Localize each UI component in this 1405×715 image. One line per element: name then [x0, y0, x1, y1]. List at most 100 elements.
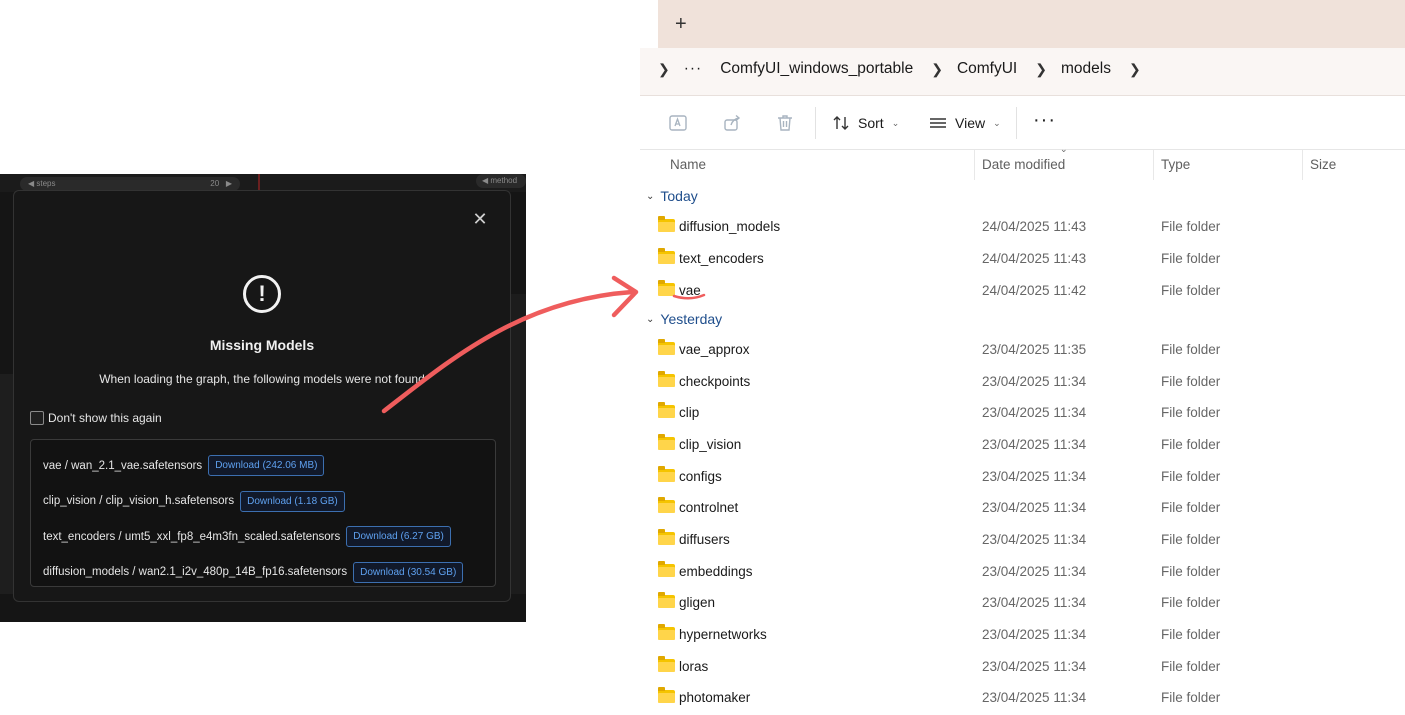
group-label: Today — [660, 188, 698, 204]
breadcrumb-item[interactable]: ComfyUI_windows_portable — [720, 60, 931, 78]
chevron-down-icon: ⌄ — [646, 190, 655, 202]
column-size[interactable]: Size — [1310, 157, 1336, 172]
column-divider[interactable] — [1153, 150, 1154, 180]
file-date: 24/04/2025 11:43 — [982, 251, 1087, 266]
breadcrumb-overflow[interactable]: ··· — [684, 60, 721, 78]
file-type: File folder — [1161, 595, 1221, 610]
steps-increment-icon[interactable]: ▶ — [226, 179, 232, 188]
file-type: File folder — [1161, 219, 1221, 234]
comfyui-canvas: ◀ steps 20 ▶ ◀ method ✕ ! Missing Models… — [0, 174, 526, 622]
folder-icon — [658, 339, 675, 355]
column-date-modified[interactable]: Date modified — [982, 157, 1065, 172]
file-date: 24/04/2025 11:42 — [982, 283, 1087, 298]
file-name: vae — [679, 283, 701, 298]
rename-icon[interactable] — [668, 113, 688, 133]
table-row[interactable]: checkpoints 23/04/2025 11:34 File folder — [640, 367, 1405, 399]
file-type: File folder — [1161, 374, 1221, 389]
download-button[interactable]: Download (6.27 GB) — [346, 526, 451, 548]
sort-icon — [833, 116, 849, 130]
address-bar[interactable]: ❯ ··· ComfyUI_windows_portable ❯ ComfyUI… — [640, 48, 1405, 96]
group-header-today[interactable]: ⌄ Today — [646, 188, 698, 204]
chevron-down-icon: ⌄ — [993, 117, 1001, 128]
folder-icon — [658, 434, 675, 450]
folder-icon — [658, 687, 675, 703]
file-name: photomaker — [679, 690, 751, 705]
file-type: File folder — [1161, 469, 1221, 484]
file-type: File folder — [1161, 659, 1221, 674]
file-date: 23/04/2025 11:34 — [982, 627, 1087, 642]
file-date: 23/04/2025 11:34 — [982, 564, 1087, 579]
file-type: File folder — [1161, 437, 1221, 452]
close-icon[interactable]: ✕ — [472, 210, 488, 228]
dont-show-checkbox[interactable] — [30, 411, 44, 425]
table-row[interactable]: loras 23/04/2025 11:34 File folder — [640, 652, 1405, 684]
chevron-right-icon[interactable]: ❯ — [658, 61, 684, 78]
download-button[interactable]: Download (242.06 MB) — [208, 455, 325, 477]
file-name: checkpoints — [679, 374, 751, 389]
chevron-right-icon[interactable]: ❯ — [931, 61, 957, 78]
new-tab-button[interactable]: + — [675, 12, 687, 36]
file-type: File folder — [1161, 564, 1221, 579]
column-type[interactable]: Type — [1161, 157, 1190, 172]
table-row[interactable]: hypernetworks 23/04/2025 11:34 File folder — [640, 620, 1405, 652]
arrow-head — [611, 275, 639, 318]
share-icon[interactable] — [722, 113, 742, 133]
column-name[interactable]: Name — [670, 157, 706, 172]
file-type: File folder — [1161, 283, 1221, 298]
file-name: vae_approx — [679, 342, 750, 357]
table-row[interactable]: text_encoders 24/04/2025 11:43 File folder — [640, 244, 1405, 276]
sort-label: Sort — [858, 115, 884, 131]
chevron-right-icon[interactable]: ❯ — [1035, 61, 1061, 78]
dont-show-again[interactable]: Don't show this again — [30, 411, 162, 425]
folder-icon — [658, 497, 675, 513]
file-name: diffusers — [679, 532, 730, 547]
folder-icon — [658, 656, 675, 672]
table-row[interactable]: vae_approx 23/04/2025 11:35 File folder — [640, 335, 1405, 367]
sort-indicator-icon: ⌄ — [1060, 144, 1068, 154]
sort-button[interactable]: Sort ⌄ — [832, 114, 899, 132]
breadcrumb: ❯ ··· ComfyUI_windows_portable ❯ ComfyUI… — [658, 60, 1155, 78]
table-row[interactable]: embeddings 23/04/2025 11:34 File folder — [640, 557, 1405, 589]
table-row[interactable]: vae 24/04/2025 11:42 File folder — [640, 276, 1405, 308]
file-type: File folder — [1161, 500, 1221, 515]
table-row[interactable]: configs 23/04/2025 11:34 File folder — [640, 462, 1405, 494]
file-name: diffusion_models — [679, 219, 781, 234]
delete-icon[interactable] — [775, 113, 795, 133]
table-row[interactable]: controlnet 23/04/2025 11:34 File folder — [640, 493, 1405, 525]
file-name: clip — [679, 405, 700, 420]
list-item: diffusion_models / wan2.1_i2v_480p_14B_f… — [43, 555, 483, 591]
steps-widget[interactable]: ◀ steps 20 ▶ — [20, 177, 240, 191]
steps-value: 20 — [210, 179, 220, 188]
view-label: View — [955, 115, 986, 131]
list-item: clip_vision / clip_vision_h.safetensors … — [43, 484, 483, 520]
table-row[interactable]: clip_vision 23/04/2025 11:34 File folder — [640, 430, 1405, 462]
file-name: controlnet — [679, 500, 739, 515]
table-row[interactable]: diffusers 23/04/2025 11:34 File folder — [640, 525, 1405, 557]
table-row[interactable]: clip 23/04/2025 11:34 File folder — [640, 398, 1405, 430]
breadcrumb-item[interactable]: models — [1061, 60, 1129, 78]
file-date: 23/04/2025 11:34 — [982, 532, 1087, 547]
download-button[interactable]: Download (1.18 GB) — [240, 490, 345, 512]
breadcrumb-item[interactable]: ComfyUI — [957, 60, 1035, 78]
view-button[interactable]: View ⌄ — [929, 114, 1001, 132]
download-button[interactable]: Download (30.54 GB) — [353, 561, 464, 583]
view-icon — [930, 118, 946, 128]
missing-models-list: vae / wan_2.1_vae.safetensors Download (… — [30, 439, 496, 587]
folder-icon — [658, 402, 675, 418]
file-name: configs — [679, 469, 722, 484]
chevron-right-icon[interactable]: ❯ — [1129, 61, 1155, 78]
table-row[interactable]: diffusion_models 24/04/2025 11:43 File fol… — [640, 212, 1405, 244]
file-date: 23/04/2025 11:34 — [982, 405, 1087, 420]
table-row[interactable]: gligen 23/04/2025 11:34 File folder — [640, 588, 1405, 620]
model-name: vae / wan_2.1_vae.safetensors — [43, 459, 203, 472]
method-widget[interactable]: ◀ method — [476, 174, 526, 188]
column-divider[interactable] — [1302, 150, 1303, 180]
column-divider[interactable] — [974, 150, 975, 180]
group-header-yesterday[interactable]: ⌄ Yesterday — [646, 311, 722, 327]
table-row[interactable]: photomaker 23/04/2025 11:34 File folder — [640, 683, 1405, 715]
active-tab-edge — [640, 0, 658, 48]
dialog-title: Missing Models — [209, 337, 315, 353]
file-date: 24/04/2025 11:43 — [982, 219, 1087, 234]
file-date: 23/04/2025 11:34 — [982, 374, 1087, 389]
more-options-button[interactable]: ··· — [1033, 109, 1056, 132]
